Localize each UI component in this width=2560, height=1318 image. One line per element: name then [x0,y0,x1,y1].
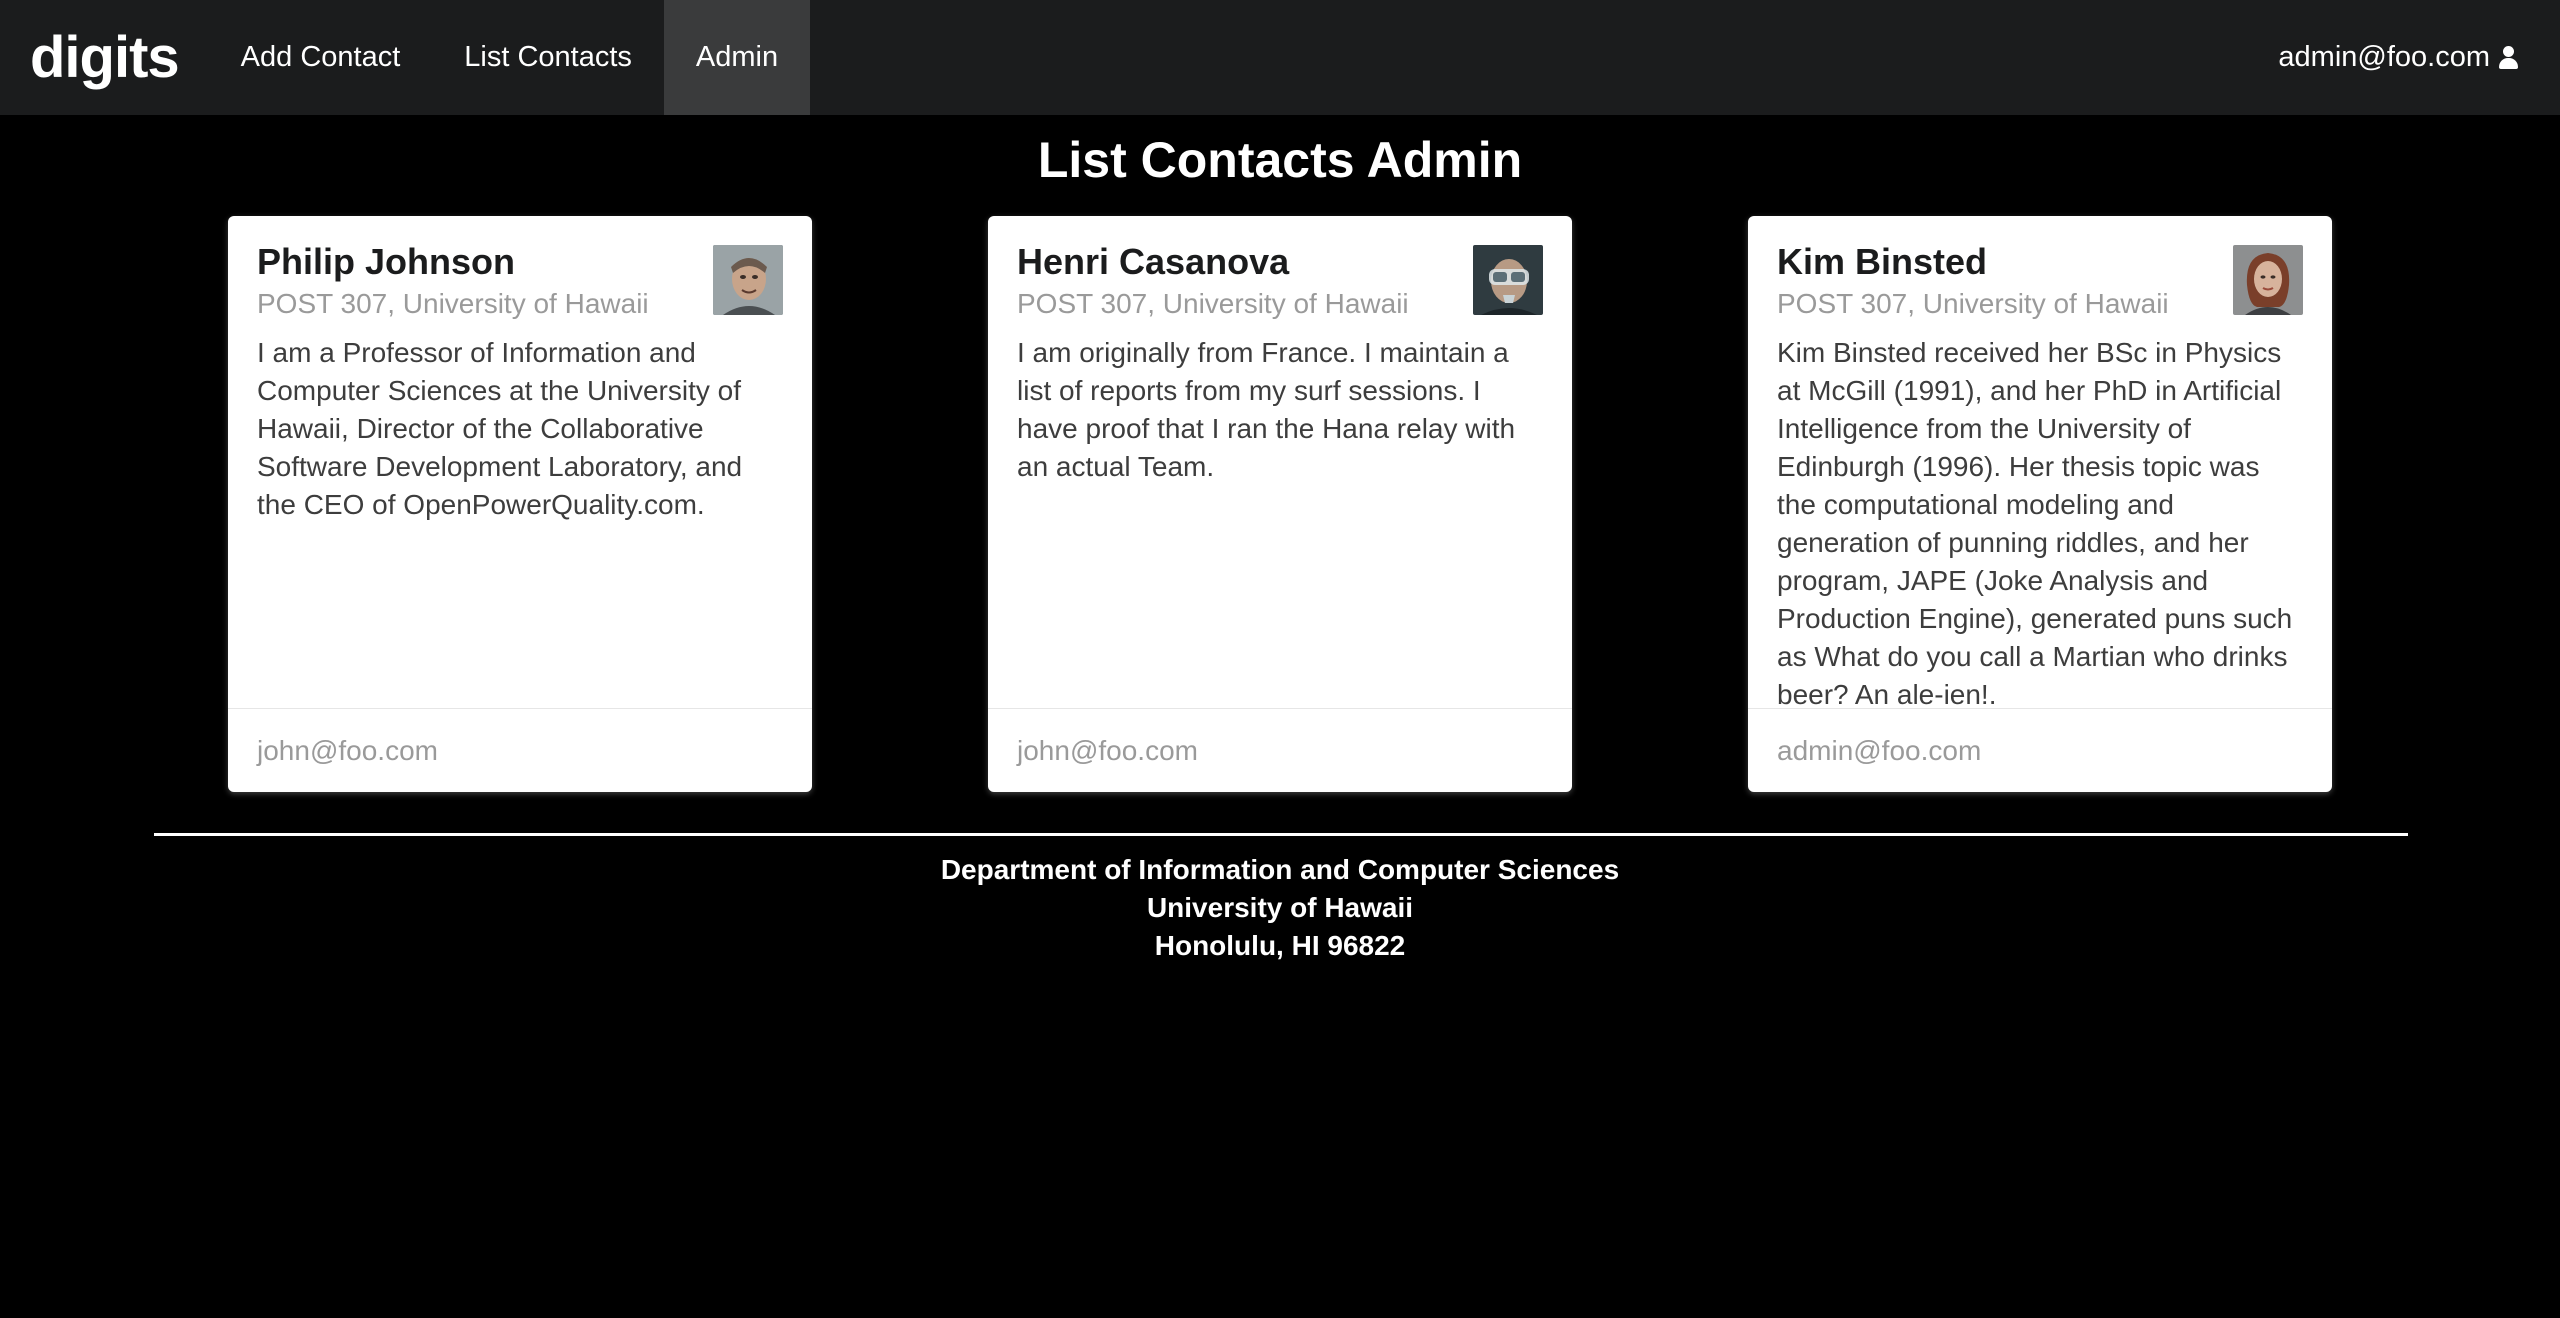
top-navbar: digits Add Contact List Contacts Admin a… [0,0,2560,115]
contact-name: Kim Binsted [1777,241,1988,282]
contact-address: POST 307, University of Hawaii [1017,288,1409,319]
user-email: admin@foo.com [2278,41,2490,73]
page-title: List Contacts Admin [1037,132,1523,188]
contact-owner: john@foo.com [228,708,812,792]
card-content: Philip Johnson POST 307, University of H… [228,216,812,708]
contact-owner: john@foo.com [988,708,1572,792]
nav-add-contact[interactable]: Add Contact [209,0,433,115]
brand-logo[interactable]: digits [0,0,209,115]
footer-address: Honolulu, HI 96822 [1154,930,1406,961]
contact-avatar [713,245,783,315]
footer-department: Department of Information and Computer S… [940,854,1620,885]
contact-owner: admin@foo.com [1748,708,2332,792]
user-menu[interactable]: admin@foo.com [2246,0,2560,115]
card-content: Henri Casanova POST 307, University of H… [988,216,1572,708]
footer-university: University of Hawaii [1146,892,1414,923]
contact-card: Henri Casanova POST 307, University of H… [988,216,1572,792]
footer-divider [154,833,2408,836]
contact-address: POST 307, University of Hawaii [1777,288,2169,319]
contact-address: POST 307, University of Hawaii [257,288,649,319]
contact-avatar [2233,245,2303,315]
footer: Department of Information and Computer S… [0,851,2560,965]
contact-card: Philip Johnson POST 307, University of H… [228,216,812,792]
contact-name: Philip Johnson [257,241,515,282]
contact-name: Henri Casanova [1017,241,1290,282]
card-content: Kim Binsted POST 307, University of Hawa… [1748,216,2332,710]
nav-list-contacts[interactable]: List Contacts [432,0,664,115]
user-icon [2498,45,2518,70]
contact-description: Kim Binsted received her BSc in Physics … [1777,337,2293,710]
contact-avatar [1473,245,1543,315]
contact-description: I am originally from France. I maintain … [1017,337,1516,482]
contact-card: Kim Binsted POST 307, University of Hawa… [1748,216,2332,792]
contact-description: I am a Professor of Information and Comp… [257,337,743,520]
nav-admin[interactable]: Admin [663,0,811,115]
